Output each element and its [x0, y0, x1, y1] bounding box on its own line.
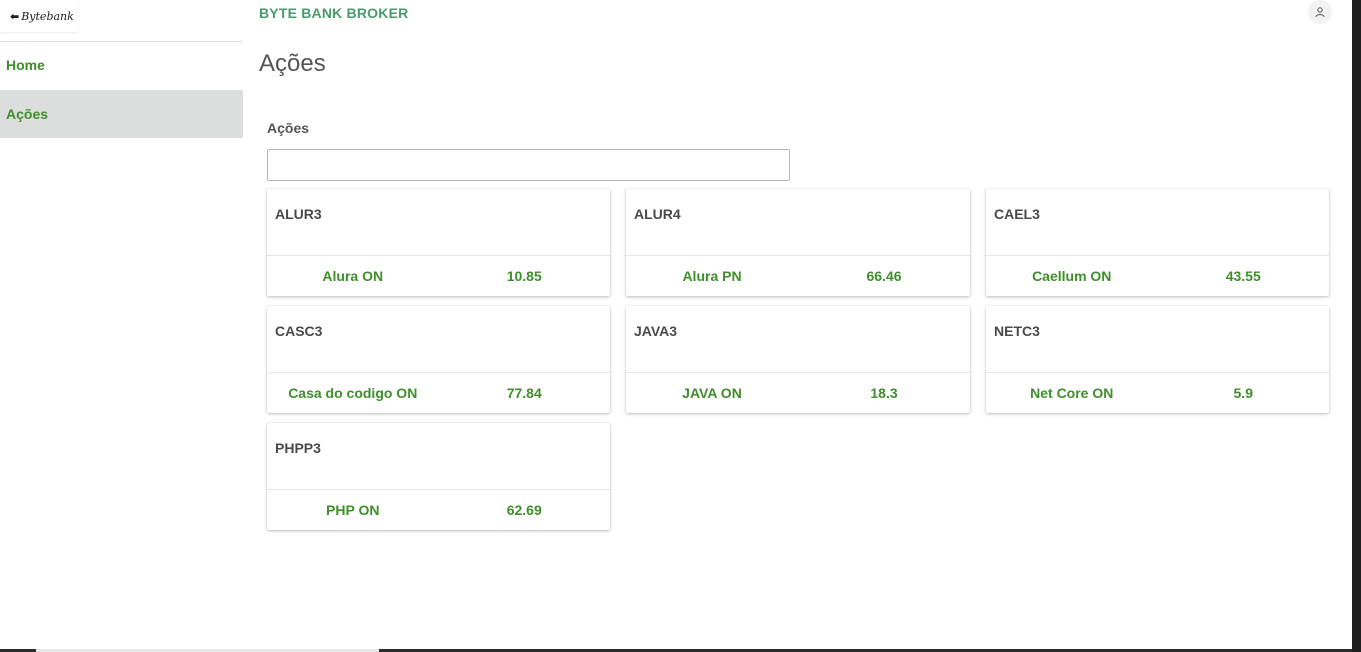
app-root: ⬅ Bytebank Home Ações BYTE BANK BROKER A… — [0, 0, 1361, 652]
user-icon — [1315, 7, 1325, 18]
stock-card[interactable]: ALUR4 Alura PN 66.46 — [626, 189, 970, 296]
sidebar-item-label: Home — [6, 57, 45, 73]
sidebar-item-acoes[interactable]: Ações — [0, 90, 243, 138]
stock-name: JAVA ON — [682, 385, 742, 401]
stock-card-grid: ALUR3 Alura ON 10.85 ALUR4 Alura PN 66.4… — [267, 189, 1330, 530]
stock-name: Net Core ON — [1030, 385, 1114, 401]
stock-code: ALUR3 — [275, 206, 322, 222]
stock-value: 62.69 — [506, 502, 542, 518]
search-input[interactable] — [267, 149, 790, 181]
stock-code: PHPP3 — [275, 440, 321, 456]
stock-value: 18.3 — [870, 385, 898, 401]
stock-card[interactable]: CASC3 Casa do codigo ON 77.84 — [267, 306, 610, 413]
stock-name: Alura PN — [682, 268, 742, 284]
stock-name: PHP ON — [326, 502, 380, 518]
stock-card[interactable]: CAEL3 Caellum ON 43.55 — [986, 189, 1329, 296]
bytebank-logo-icon: ⬅ — [10, 9, 20, 23]
card-footer: Caellum ON 43.55 — [986, 256, 1329, 296]
stock-code: JAVA3 — [634, 323, 678, 339]
card-footer: Casa do codigo ON 77.84 — [267, 373, 610, 413]
stock-card[interactable]: PHPP3 PHP ON 62.69 — [267, 423, 610, 530]
stock-code: NETC3 — [994, 323, 1040, 339]
user-menu-button[interactable] — [1308, 0, 1332, 24]
sidebar: ⬅ Bytebank Home Ações — [0, 0, 243, 652]
stock-value: 10.85 — [506, 268, 542, 284]
stock-card[interactable]: NETC3 Net Core ON 5.9 — [986, 306, 1329, 413]
stock-value: 43.55 — [1225, 268, 1261, 284]
stock-name: Alura ON — [322, 268, 384, 284]
sidebar-item-home[interactable]: Home — [0, 41, 243, 89]
stock-code: CAEL3 — [994, 206, 1040, 222]
stock-value: 77.84 — [506, 385, 542, 401]
card-footer: JAVA ON 18.3 — [626, 373, 970, 413]
stock-code: CASC3 — [275, 323, 323, 339]
sidebar-item-label: Ações — [6, 106, 49, 122]
stock-value: 5.9 — [1233, 385, 1253, 401]
stock-card[interactable]: JAVA3 JAVA ON 18.3 — [626, 306, 970, 413]
stock-value: 66.46 — [866, 268, 902, 284]
card-footer: PHP ON 62.69 — [267, 490, 610, 530]
app-title: BYTE BANK BROKER — [259, 5, 409, 21]
card-footer: Net Core ON 5.9 — [986, 373, 1329, 413]
stock-name: Casa do codigo ON — [288, 385, 418, 401]
stock-name: Caellum ON — [1032, 268, 1112, 284]
card-footer: Alura ON 10.85 — [267, 256, 610, 296]
page-title: Ações — [259, 50, 326, 77]
stock-card[interactable]: ALUR3 Alura ON 10.85 — [267, 189, 610, 296]
logo[interactable]: ⬅ Bytebank — [0, 0, 78, 32]
search-label: Ações — [267, 120, 310, 136]
logo-text: Bytebank — [21, 9, 74, 23]
stock-code: ALUR4 — [634, 206, 681, 222]
card-footer: Alura PN 66.46 — [626, 256, 970, 296]
vertical-scrollbar[interactable] — [1352, 0, 1361, 652]
